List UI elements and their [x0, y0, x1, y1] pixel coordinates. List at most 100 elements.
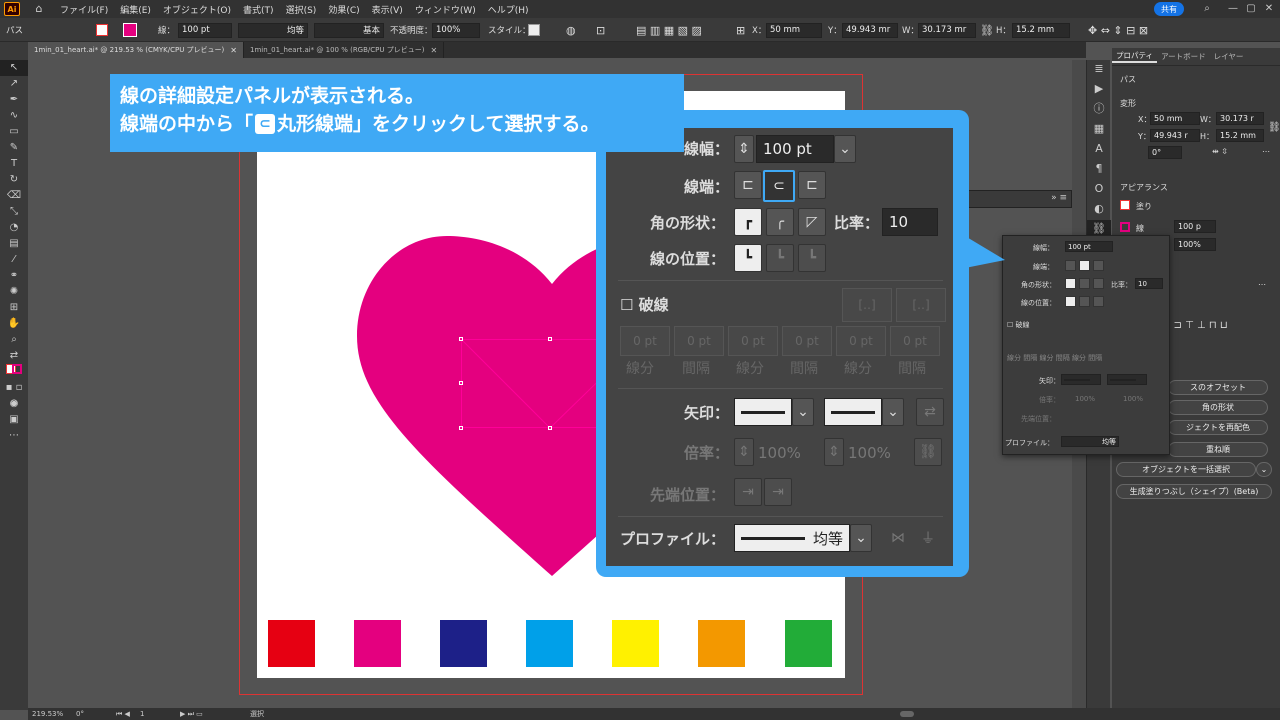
- color-swatch-green[interactable]: [785, 620, 832, 667]
- libraries-icon[interactable]: ▦: [1087, 120, 1111, 138]
- tab-close-icon[interactable]: ✕: [430, 46, 437, 55]
- search-icon[interactable]: ⌕: [1200, 2, 1214, 16]
- scale-tool-icon[interactable]: ⤡: [0, 204, 28, 220]
- tip-place-icon[interactable]: ⇥: [764, 478, 792, 506]
- arrow-end-dropdown[interactable]: [1107, 374, 1147, 385]
- weight-dropdown[interactable]: ⌄: [834, 135, 856, 163]
- menu-type[interactable]: 書式(T): [237, 3, 280, 16]
- weight-field[interactable]: 100 pt: [1065, 241, 1113, 252]
- arrow-start-dropdown[interactable]: [1061, 374, 1101, 385]
- paragraph-icon[interactable]: ¶: [1087, 160, 1111, 178]
- maximize-icon[interactable]: ▢: [1244, 2, 1258, 16]
- info-icon[interactable]: ⓘ: [1087, 100, 1111, 118]
- recolor-icon[interactable]: ◍: [566, 22, 576, 38]
- document-tab[interactable]: 1min_01_heart.ai* @ 100 % (RGB/CPU プレビュー…: [244, 42, 445, 58]
- stroke-weight-field[interactable]: 100 p: [1174, 220, 1216, 233]
- color-swatch-yellow[interactable]: [612, 620, 659, 667]
- bevel-join-icon[interactable]: [1093, 278, 1104, 289]
- dashed-checkbox[interactable]: ☐ 破線: [1007, 320, 1030, 330]
- more-options-icon[interactable]: ⋯: [1258, 280, 1266, 289]
- flip-icons[interactable]: ⇹ ⇳: [1212, 147, 1228, 156]
- flip-along-icon[interactable]: ⋈: [884, 524, 912, 552]
- rotation-field[interactable]: 0°: [76, 710, 116, 718]
- character-icon[interactable]: A: [1087, 140, 1111, 158]
- dashed-checkbox[interactable]: ☐ 破線: [620, 294, 669, 315]
- dash-field-1[interactable]: 0 pt: [620, 326, 670, 356]
- h-field[interactable]: 15.2 mm: [1012, 22, 1070, 38]
- anchor-point[interactable]: [548, 426, 552, 430]
- round-join-icon[interactable]: ╭: [766, 208, 794, 236]
- anchor-point[interactable]: [459, 337, 463, 341]
- status-mode[interactable]: 選択: [250, 709, 350, 719]
- corner-button[interactable]: 角の形状: [1168, 400, 1268, 415]
- opacity-field[interactable]: 100%: [432, 22, 480, 38]
- fill-swatch[interactable]: [96, 22, 108, 38]
- share-button[interactable]: 共有: [1154, 2, 1184, 16]
- x-field[interactable]: 50 mm: [1150, 112, 1200, 125]
- zoom-level[interactable]: 219.53%: [32, 710, 76, 718]
- shape-builder-tool-icon[interactable]: ◔: [0, 220, 28, 236]
- projecting-cap-icon[interactable]: ⊏: [798, 171, 826, 199]
- arrange-button[interactable]: 重ね順: [1168, 442, 1268, 457]
- stroke-swatch[interactable]: [1120, 222, 1130, 232]
- opentype-icon[interactable]: O: [1087, 180, 1111, 198]
- more-tools-icon[interactable]: ⋯: [0, 428, 28, 444]
- tab-close-icon[interactable]: ✕: [230, 46, 237, 55]
- arrow-start-chevron[interactable]: ⌄: [792, 398, 814, 426]
- stroke-profile-dropdown[interactable]: 均等: [238, 22, 308, 38]
- eraser-tool-icon[interactable]: ⌫: [0, 188, 28, 204]
- arrow-end-chevron[interactable]: ⌄: [882, 398, 904, 426]
- home-icon[interactable]: ⌂: [32, 3, 46, 15]
- swap-arrows-icon[interactable]: ⇄: [916, 398, 944, 426]
- play-icon[interactable]: ▶: [1087, 80, 1111, 98]
- profile-dropdown[interactable]: 均等: [1061, 436, 1119, 447]
- butt-cap-icon[interactable]: [1065, 260, 1076, 271]
- link-icon[interactable]: ⛓: [980, 22, 994, 38]
- h-field[interactable]: 15.2 mm: [1216, 129, 1264, 142]
- document-tab[interactable]: 1min_01_heart.ai* @ 219.53 % (CMYK/CPU プ…: [28, 42, 244, 58]
- w-field[interactable]: 30.173 mr: [918, 22, 976, 38]
- miter-join-icon[interactable]: ┏: [734, 208, 762, 236]
- menu-effect[interactable]: 効果(C): [322, 3, 365, 16]
- dash-field-3[interactable]: 0 pt: [836, 326, 886, 356]
- hand-tool-icon[interactable]: ✋: [0, 316, 28, 332]
- minimize-icon[interactable]: —: [1226, 2, 1240, 16]
- scale-end-field[interactable]: 100%: [848, 444, 891, 462]
- anchor-point[interactable]: [459, 426, 463, 430]
- arrow-end-dropdown[interactable]: [824, 398, 882, 426]
- offset-path-button[interactable]: スのオフセット: [1168, 380, 1268, 395]
- select-same-dropdown[interactable]: ⌄: [1256, 462, 1272, 477]
- weight-stepper[interactable]: ⇕: [734, 135, 754, 163]
- opacity-field[interactable]: 100%: [1174, 238, 1216, 251]
- menu-help[interactable]: ヘルプ(H): [482, 3, 535, 16]
- flip-across-icon[interactable]: ⏚: [914, 524, 942, 552]
- artboard-tool-icon[interactable]: ⊞: [0, 300, 28, 316]
- stroke-swatch[interactable]: [123, 22, 137, 38]
- stroke-weight-field[interactable]: 100 pt: [178, 22, 232, 38]
- butt-cap-icon[interactable]: ⊏: [734, 171, 762, 199]
- collapse-icon[interactable]: » ≡: [1051, 193, 1067, 203]
- generative-fill-button[interactable]: 生成塗りつぶし（シェイプ）(Beta): [1116, 484, 1272, 499]
- pen-tool-icon[interactable]: ✒: [0, 92, 28, 108]
- color-swatch-magenta[interactable]: [354, 620, 401, 667]
- link-scales-icon[interactable]: ⛓: [914, 438, 942, 466]
- more-options-icon[interactable]: ⋯: [1262, 147, 1270, 156]
- round-cap-icon[interactable]: ⊂: [763, 170, 795, 202]
- scale-start-field[interactable]: 100%: [1075, 395, 1095, 403]
- round-cap-icon[interactable]: [1079, 260, 1090, 271]
- rotate-field[interactable]: 0°: [1148, 146, 1182, 159]
- scale-start-field[interactable]: 100%: [758, 444, 801, 462]
- color-swatch-orange[interactable]: [698, 620, 745, 667]
- gap-field-3[interactable]: 0 pt: [890, 326, 940, 356]
- type-tool-icon[interactable]: T: [0, 156, 28, 172]
- gap-field-1[interactable]: 0 pt: [674, 326, 724, 356]
- limit-field[interactable]: 10: [1135, 278, 1163, 289]
- recolor-button[interactable]: ジェクトを再配色: [1168, 420, 1268, 435]
- distribute-icon[interactable]: ▤ ▥ ▦ ▧ ▨: [636, 22, 702, 38]
- gradient-tool-icon[interactable]: ▤: [0, 236, 28, 252]
- color-swatch-cyan[interactable]: [526, 620, 573, 667]
- style-swatch[interactable]: [528, 24, 540, 36]
- gradient-panel-icon[interactable]: ◐: [1087, 200, 1111, 218]
- fill-swatch[interactable]: [1120, 200, 1130, 210]
- gap-field-2[interactable]: 0 pt: [782, 326, 832, 356]
